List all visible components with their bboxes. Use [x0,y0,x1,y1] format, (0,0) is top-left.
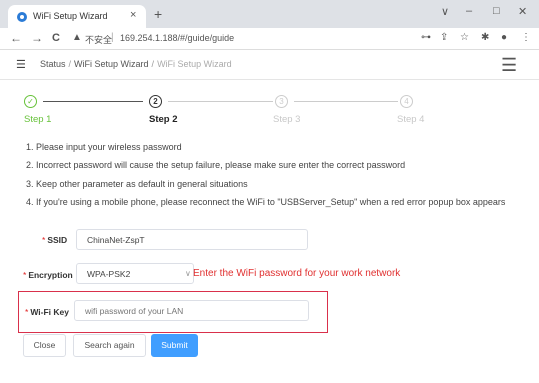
search-again-button[interactable]: Search again [73,334,146,357]
step-4-label: Step 4 [397,114,425,125]
hamburger-menu-icon[interactable]: ☰ [501,55,517,76]
back-icon[interactable]: ← [10,31,22,45]
breadcrumb-wizard[interactable]: WiFi Setup Wizard [74,59,149,69]
breadcrumb-separator: / [151,59,155,69]
breadcrumb-separator: / [68,59,72,69]
breadcrumb-status[interactable]: Status [40,59,66,69]
gear-favicon-icon [17,12,27,22]
tab-search-icon[interactable]: ∨ [441,5,449,18]
step-line [43,101,143,102]
profile-icon[interactable]: ● [501,32,507,43]
wifi-key-input[interactable] [74,300,309,321]
new-tab-icon[interactable]: + [154,6,162,22]
step-3-circle: 3 [275,95,288,108]
address-bar: ← → C ▲ 不安全 | 169.254.1.188/#/guide/guid… [0,28,539,50]
browser-tab[interactable]: WiFi Setup Wizard × [8,5,146,28]
step-line [168,101,273,102]
maximize-icon[interactable]: □ [493,5,500,17]
step-1-check-icon: ✓ [24,95,37,108]
close-button[interactable]: Close [23,334,66,357]
step-2-label: Step 2 [149,114,178,125]
ssid-label: * SSID [42,235,68,245]
encryption-label: * Encryption [23,270,73,280]
chevron-down-icon: ∨ [185,269,191,278]
instruction-4: 4. If you're using a mobile phone, pleas… [26,197,506,207]
close-tab-icon[interactable]: × [130,9,136,21]
close-window-icon[interactable]: ✕ [518,5,527,18]
star-icon[interactable]: ☆ [460,32,469,43]
breadcrumb-current: WiFi Setup Wizard [157,59,232,69]
more-icon[interactable]: ⋮ [521,32,531,43]
forward-icon[interactable]: → [31,31,43,45]
security-label: 不安全 [85,35,113,45]
submit-button[interactable]: Submit [151,334,198,357]
encryption-select[interactable]: WPA-PSK2 [76,263,194,284]
instruction-2: 2. Incorrect password will cause the set… [26,160,406,170]
step-1-label: Step 1 [24,114,52,125]
browser-tab-bar: WiFi Setup Wizard × + ∨ – □ ✕ [0,0,539,28]
share-icon[interactable]: ⇪ [440,32,448,43]
url-input[interactable]: 169.254.1.188/#/guide/guide [120,33,234,43]
step-4-circle: 4 [400,95,413,108]
app-header: ☰ Status / WiFi Setup Wizard / WiFi Setup Wi… [0,50,539,80]
tab-title: WiFi Setup Wizard [33,11,108,21]
url-separator: | [111,32,114,43]
breadcrumb: Status / WiFi Setup Wizard / WiFi Setup Wiza… [40,59,232,69]
collapse-menu-icon[interactable]: ☰ [16,58,26,71]
ssid-field[interactable]: ChinaNet-ZspT [76,229,308,250]
minimize-icon[interactable]: – [466,5,472,17]
key-icon[interactable]: ⊶ [421,32,431,43]
step-3-label: Step 3 [273,114,301,125]
step-2-circle: 2 [149,95,162,108]
warning-icon: ▲ [72,32,82,43]
instruction-3: 3. Keep other parameter as default in ge… [26,179,248,189]
instruction-1: 1. Please input your wireless password [26,142,182,152]
step-line [294,101,398,102]
wifi-key-label: * Wi-Fi Key [25,307,69,317]
extensions-icon[interactable]: ✱ [481,32,489,43]
reload-icon[interactable]: C [52,32,60,44]
annotation-note: Enter the WiFi password for your work ne… [193,268,401,279]
